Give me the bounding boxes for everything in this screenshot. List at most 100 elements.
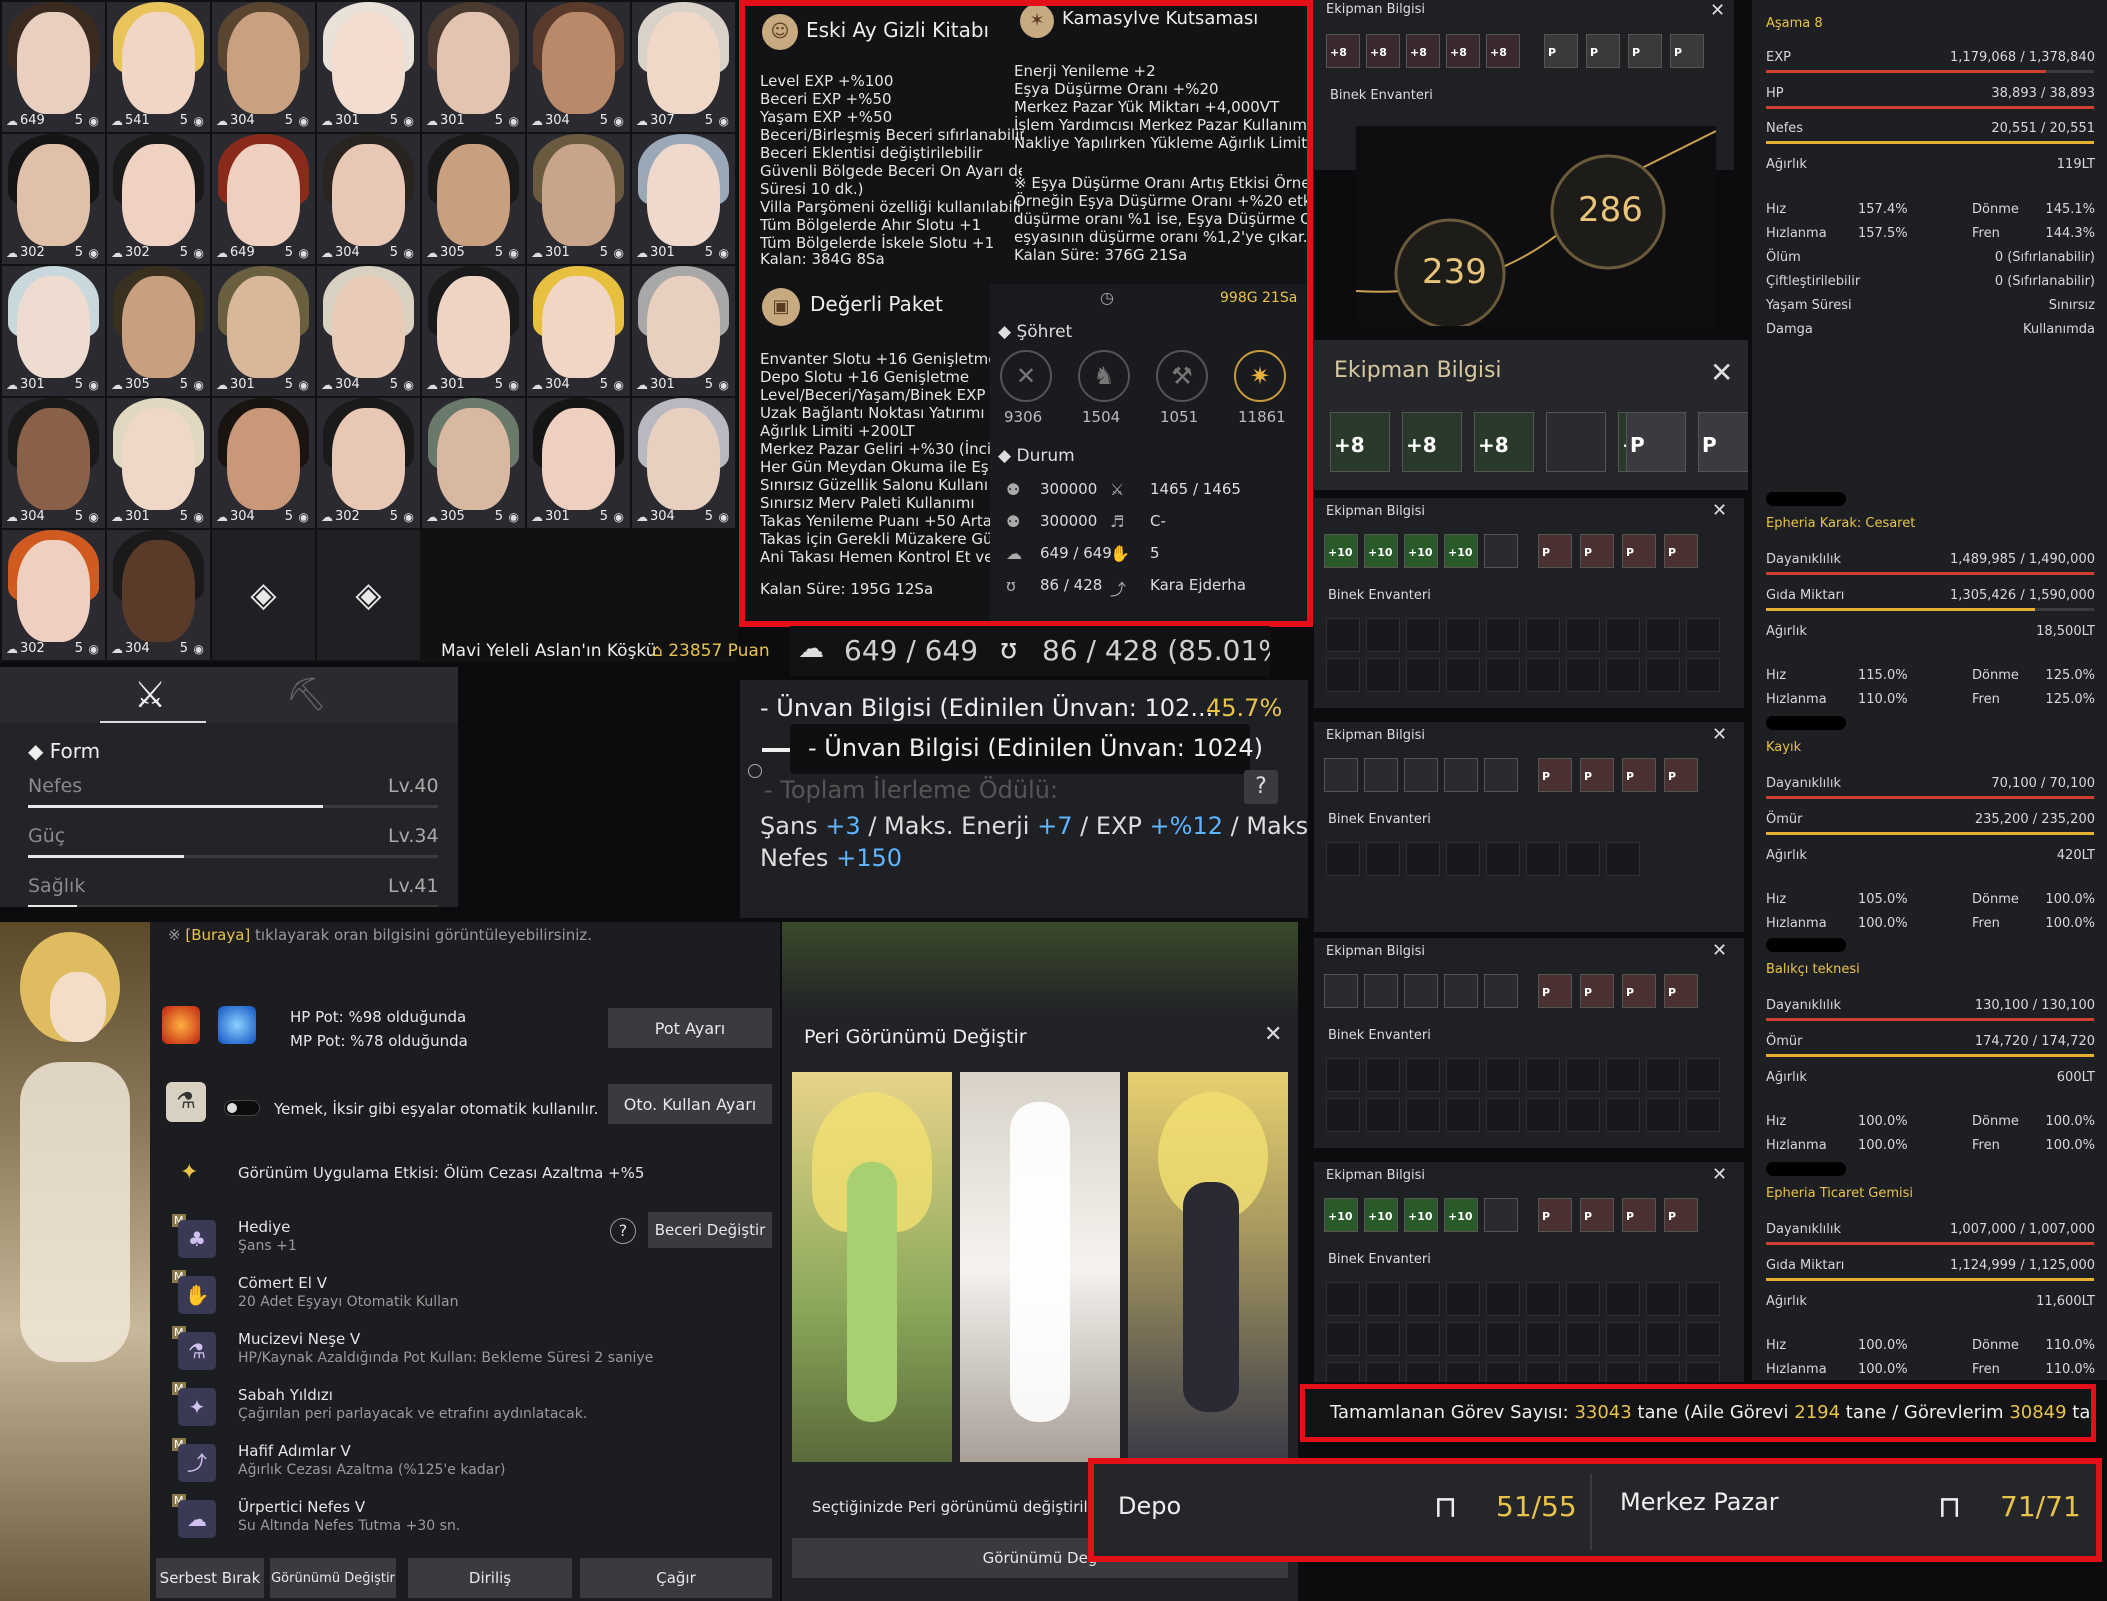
life-tab-icon[interactable]: ⛏ (286, 675, 327, 713)
mount-inventory-slot[interactable] (1486, 1282, 1520, 1316)
mount-inventory-slot[interactable] (1446, 1282, 1480, 1316)
mount-inventory-slot[interactable] (1566, 1058, 1600, 1092)
character-card[interactable]: ☁ 304 5 ◉ (317, 266, 420, 396)
mount-inventory-slot[interactable] (1446, 618, 1480, 652)
mount-inventory-slot[interactable] (1646, 1098, 1680, 1132)
mount-inventory-slot[interactable] (1406, 1098, 1440, 1132)
mount-inventory-slot[interactable] (1606, 618, 1640, 652)
equipment-slot[interactable]: P (1622, 974, 1656, 1008)
equipment-slot[interactable]: P (1580, 1198, 1614, 1232)
appearance-option-3[interactable] (1128, 1072, 1288, 1462)
mount-inventory-slot[interactable] (1646, 1282, 1680, 1316)
equipment-slot[interactable]: +8 (1326, 34, 1360, 68)
equipment-slot[interactable]: +10 (1444, 1198, 1478, 1232)
auto-use-settings-button[interactable]: Oto. Kullan Ayarı (608, 1084, 772, 1124)
appearance-close-icon[interactable]: ✕ (1264, 1022, 1282, 1047)
equipment-slot[interactable]: P (1538, 974, 1572, 1008)
mount-inventory-slot[interactable] (1566, 842, 1600, 876)
mount-inventory-slot[interactable] (1526, 842, 1560, 876)
mount-inventory-slot[interactable] (1686, 1322, 1720, 1356)
mount-inventory-slot[interactable] (1406, 618, 1440, 652)
character-card[interactable]: ☁ 305 5 ◉ (422, 398, 525, 528)
character-card[interactable]: ☁ 304 5 ◉ (632, 398, 735, 528)
help-button[interactable]: ? (1244, 770, 1278, 804)
equipment-slot[interactable] (1484, 974, 1518, 1008)
mount-inventory-slot[interactable] (1366, 658, 1400, 692)
mount-inventory-slot[interactable] (1486, 1362, 1520, 1382)
mount-inventory-slot[interactable] (1326, 842, 1360, 876)
appearance-option-2[interactable] (960, 1072, 1120, 1462)
equipment-slot[interactable]: P (1670, 34, 1704, 68)
mount-inventory-slot[interactable] (1486, 618, 1520, 652)
equipment-slot[interactable]: +8 (1474, 412, 1534, 472)
mount-inventory-slot[interactable] (1526, 658, 1560, 692)
pet-action-button[interactable]: Görünümü Değiştir (270, 1558, 396, 1598)
character-card[interactable]: ☁ 307 5 ◉ (632, 2, 735, 132)
equipment-slot[interactable]: P (1538, 1198, 1572, 1232)
equipment-slot[interactable]: P (1580, 974, 1614, 1008)
mount-inventory-slot[interactable] (1566, 1322, 1600, 1356)
character-card[interactable]: ☁ 304 5 ◉ (212, 2, 315, 132)
character-card[interactable]: ☁ 301 5 ◉ (317, 2, 420, 132)
equipment-slot[interactable]: P (1626, 412, 1686, 472)
mount-inventory-slot[interactable] (1366, 1098, 1400, 1132)
equip-small-close-icon[interactable]: ✕ (1712, 940, 1727, 961)
equipment-slot[interactable]: P (1628, 34, 1662, 68)
mount-inventory-slot[interactable] (1686, 658, 1720, 692)
mount-inventory-slot[interactable] (1406, 658, 1440, 692)
equipment-slot[interactable]: +8 (1446, 34, 1480, 68)
mount-inventory-slot[interactable] (1606, 1322, 1640, 1356)
equipment-slot[interactable]: P (1586, 34, 1620, 68)
mount-inventory-slot[interactable] (1326, 1098, 1360, 1132)
character-card[interactable]: ☁ 301 5 ◉ (422, 2, 525, 132)
mount-inventory-slot[interactable] (1526, 1282, 1560, 1316)
character-card[interactable]: ☁ 304 5 ◉ (527, 266, 630, 396)
mount-inventory-slot[interactable] (1606, 1098, 1640, 1132)
equipment-slot[interactable] (1324, 974, 1358, 1008)
mount-inventory-slot[interactable] (1566, 1282, 1600, 1316)
equipment-slot[interactable]: P (1538, 758, 1572, 792)
mount-inventory-slot[interactable] (1686, 618, 1720, 652)
mount-inventory-slot[interactable] (1566, 618, 1600, 652)
mount-inventory-slot[interactable] (1646, 1362, 1680, 1382)
equipment-slot[interactable] (1444, 974, 1478, 1008)
mount-inventory-slot[interactable] (1406, 1058, 1440, 1092)
character-card[interactable]: ☁ 301 5 ◉ (2, 266, 105, 396)
mount-inventory-slot[interactable] (1326, 1322, 1360, 1356)
mount-inventory-slot[interactable] (1606, 1282, 1640, 1316)
equipment-slot[interactable]: +10 (1364, 1198, 1398, 1232)
mount-inventory-slot[interactable] (1486, 842, 1520, 876)
equipment-slot[interactable]: P (1544, 34, 1578, 68)
equipment-slot[interactable] (1484, 534, 1518, 568)
equipment-slot[interactable]: +10 (1404, 1198, 1438, 1232)
skills-help-button[interactable]: ? (610, 1218, 636, 1244)
empty-character-slot[interactable]: ◈ (317, 530, 420, 660)
character-card[interactable]: ☁ 304 5 ◉ (107, 530, 210, 660)
mount-inventory-slot[interactable] (1686, 1362, 1720, 1382)
appearance-option-1[interactable] (792, 1072, 952, 1462)
equipment-slot[interactable]: +10 (1324, 534, 1358, 568)
mount-inventory-slot[interactable] (1326, 658, 1360, 692)
mount-inventory-slot[interactable] (1526, 1362, 1560, 1382)
mount-inventory-slot[interactable] (1406, 1282, 1440, 1316)
character-card[interactable]: ☁ 305 5 ◉ (107, 266, 210, 396)
equipment-slot[interactable]: +10 (1324, 1198, 1358, 1232)
mount-inventory-slot[interactable] (1566, 1362, 1600, 1382)
equipment-slot[interactable] (1484, 758, 1518, 792)
equipment-slot[interactable]: P (1698, 412, 1748, 472)
character-card[interactable]: ☁ 301 5 ◉ (107, 398, 210, 528)
equipment-slot[interactable]: P (1664, 1198, 1698, 1232)
character-card[interactable]: ☁ 304 5 ◉ (2, 398, 105, 528)
equipment-slot[interactable] (1546, 412, 1606, 472)
mount-inventory-slot[interactable] (1366, 842, 1400, 876)
mount-inventory-slot[interactable] (1446, 658, 1480, 692)
mount-inventory-slot[interactable] (1526, 1098, 1560, 1132)
pet-action-button[interactable]: Diriliş (408, 1558, 572, 1598)
equipment-slot[interactable]: P (1580, 534, 1614, 568)
hint-link[interactable]: [Buraya] (185, 926, 250, 944)
mount-inventory-slot[interactable] (1646, 1058, 1680, 1092)
mount-inventory-slot[interactable] (1606, 658, 1640, 692)
character-card[interactable]: ☁ 649 5 ◉ (2, 2, 105, 132)
equipment-slot[interactable]: +10 (1364, 534, 1398, 568)
mount-inventory-slot[interactable] (1486, 1322, 1520, 1356)
